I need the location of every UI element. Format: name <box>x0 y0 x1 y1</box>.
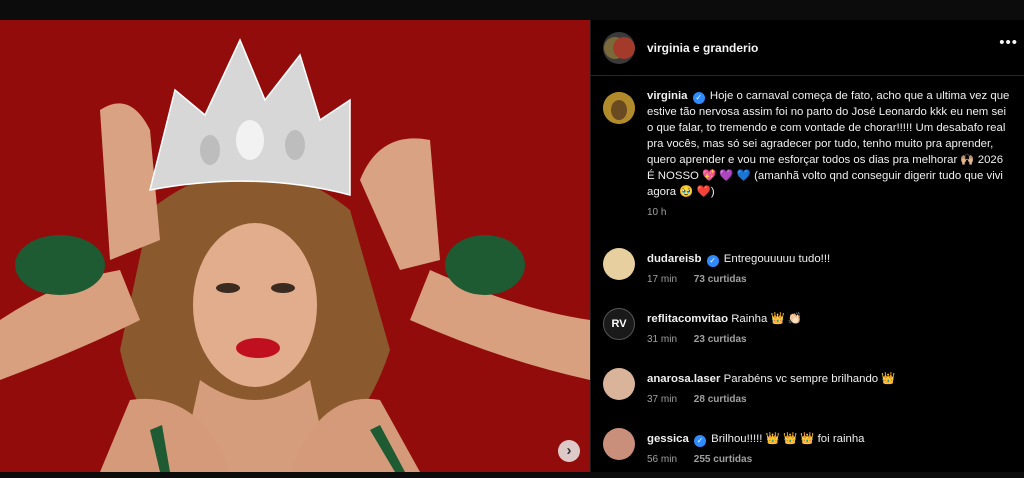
comment-time[interactable]: 37 min <box>647 394 677 405</box>
caption-body: virginia ✓ Hoje o carnaval começa de fat… <box>647 88 1012 226</box>
comment-avatar[interactable] <box>603 248 635 280</box>
comment-likes[interactable]: 255 curtidas <box>694 454 752 465</box>
comment-text: Entregouuuuu tudo!!! <box>723 253 831 265</box>
comment-avatar[interactable]: RV <box>603 308 635 340</box>
comment-likes[interactable]: 73 curtidas <box>694 274 747 285</box>
caption-avatar[interactable] <box>603 92 635 124</box>
post-photo[interactable]: › <box>0 20 590 472</box>
comment-time[interactable]: 56 min <box>647 454 677 465</box>
comment-text: Rainha 👑 👏🏻 <box>731 313 802 325</box>
comment-meta: 17 min 73 curtidas <box>647 274 830 285</box>
list-item: RV reflitacomvitao Rainha 👑 👏🏻 31 min 23… <box>591 298 1024 358</box>
comment-avatar[interactable] <box>603 428 635 460</box>
comment-likes[interactable]: 28 curtidas <box>694 394 747 405</box>
comment-meta: 56 min 255 curtidas <box>647 454 865 465</box>
caption-text: Hoje o carnaval começa de fato, acho que… <box>647 90 1010 198</box>
comment-text-row: anarosa.laser Parabéns vc sempre brilhan… <box>647 371 895 387</box>
verified-badge-icon: ✓ <box>693 435 706 447</box>
comment-text: Parabéns vc sempre brilhando 👑 <box>723 373 896 385</box>
comment-meta: 31 min 23 curtidas <box>647 334 802 345</box>
caption-time[interactable]: 10 h <box>647 205 1012 221</box>
verified-badge-icon: ✓ <box>706 255 719 267</box>
post-header-title[interactable]: virginia e granderio <box>647 41 758 55</box>
comment-username[interactable]: anarosa.laser <box>647 373 720 385</box>
list-item: gessica ✓ Brilhou!!!!! 👑 👑 👑 foi rainha … <box>591 418 1024 478</box>
verified-badge-icon: ✓ <box>692 92 705 104</box>
comment-text: Brilhou!!!!! 👑 👑 👑 foi rainha <box>711 433 865 445</box>
top-bar <box>0 0 1024 20</box>
comment-likes[interactable]: 23 curtidas <box>694 334 747 345</box>
more-horizontal-icon[interactable]: ••• <box>999 34 1018 51</box>
comment-text-row: gessica ✓ Brilhou!!!!! 👑 👑 👑 foi rainha <box>647 431 865 447</box>
chevron-right-icon: › <box>566 442 572 459</box>
comment-username[interactable]: dudareisb <box>647 253 701 265</box>
comment-text-row: reflitacomvitao Rainha 👑 👏🏻 <box>647 311 802 327</box>
list-item: dudareisb ✓ Entregouuuuu tudo!!! 17 min … <box>591 238 1024 298</box>
post-caption: virginia ✓ Hoje o carnaval começa de fat… <box>591 76 1024 226</box>
collab-avatar[interactable] <box>603 31 635 64</box>
comment-meta: 37 min 28 curtidas <box>647 394 895 405</box>
post-header: virginia e granderio ••• <box>591 20 1024 76</box>
list-item: anarosa.laser Parabéns vc sempre brilhan… <box>591 358 1024 418</box>
comment-username[interactable]: reflitacomvitao <box>647 313 728 325</box>
comment-text-row: dudareisb ✓ Entregouuuuu tudo!!! <box>647 251 830 267</box>
comments-list: dudareisb ✓ Entregouuuuu tudo!!! 17 min … <box>591 238 1024 478</box>
comment-avatar[interactable] <box>603 368 635 400</box>
comment-time[interactable]: 17 min <box>647 274 677 285</box>
next-photo-button[interactable]: › <box>558 440 580 462</box>
photo-illustration <box>0 20 590 472</box>
comment-username[interactable]: gessica <box>647 433 689 445</box>
post-modal: › virginia e granderio ••• virginia ✓ Ho… <box>0 20 1024 472</box>
comments-panel: virginia e granderio ••• virginia ✓ Hoje… <box>590 20 1024 472</box>
caption-username[interactable]: virginia <box>647 90 688 102</box>
comment-time[interactable]: 31 min <box>647 334 677 345</box>
